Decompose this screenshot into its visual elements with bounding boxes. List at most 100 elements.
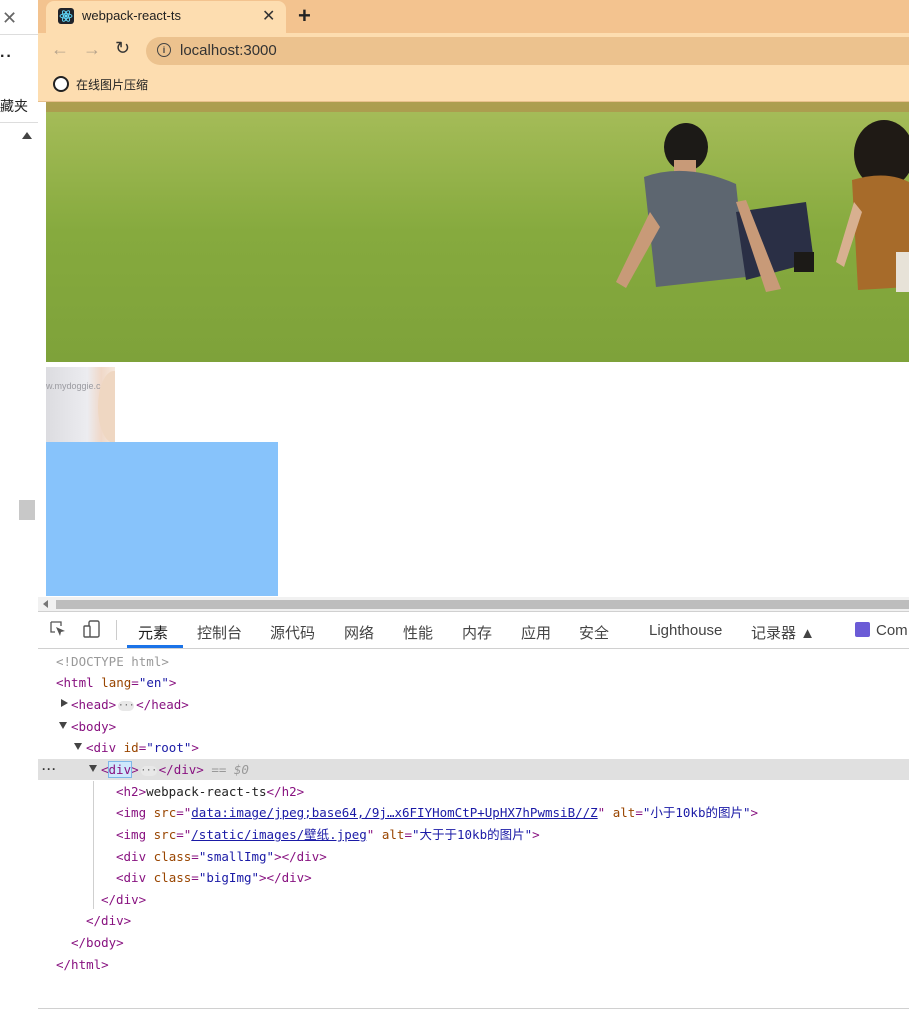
tag: <h2> <box>116 784 147 799</box>
back-button[interactable]: ← <box>51 39 69 60</box>
small-image-watermark: w.mydoggie.c <box>46 381 101 391</box>
collapse-arrow-icon[interactable] <box>89 765 97 772</box>
tab-network[interactable]: 网络 <box>344 622 374 643</box>
tag: <img <box>116 827 147 842</box>
tag: <img <box>116 805 147 820</box>
dom-h2[interactable]: <h2>webpack-react-ts</h2> <box>116 784 304 800</box>
close-icon[interactable]: ✕ <box>2 8 17 29</box>
dom-body-close[interactable]: </body> <box>71 935 124 951</box>
bookmark-item[interactable]: 在线图片压缩 <box>76 76 148 93</box>
row-menu-icon[interactable]: ··· <box>42 762 57 776</box>
site-info-icon[interactable]: i <box>157 43 171 57</box>
tag: > <box>131 762 139 777</box>
device-toolbar-icon[interactable] <box>83 620 101 638</box>
attr: src <box>153 805 177 820</box>
tab-recorder[interactable]: 记录器 ▲ <box>751 622 815 643</box>
tab-security[interactable]: 安全 <box>579 622 609 643</box>
tab-console[interactable]: 控制台 <box>197 622 242 643</box>
tag-name-highlight: div <box>107 761 133 778</box>
dom-head[interactable]: <head> ··· </head> <box>71 697 189 713</box>
selected-marker: == $0 <box>211 762 249 777</box>
tab-memory[interactable]: 内存 <box>462 622 492 643</box>
eq: = <box>404 827 412 842</box>
tag: < <box>101 762 109 777</box>
collapse-arrow-icon[interactable] <box>74 743 82 750</box>
eq: = <box>191 870 199 885</box>
dom-body-open[interactable]: <body> <box>71 719 116 735</box>
small-image <box>46 367 115 442</box>
react-favicon-icon <box>58 8 74 24</box>
attr: src <box>153 827 177 842</box>
bookmarks-bar <box>38 69 909 102</box>
tab-close-icon[interactable]: ✕ <box>262 6 275 26</box>
quote: " <box>366 827 375 842</box>
forward-button[interactable]: → <box>83 39 101 60</box>
new-tab-button[interactable]: + <box>298 3 311 29</box>
left-window-strip: ✕ ·· 藏夹 <box>0 0 39 1011</box>
ellipsis-icon[interactable]: ··· <box>118 700 134 711</box>
tag: ></div> <box>259 870 312 885</box>
tag: </h2> <box>266 784 305 799</box>
scrollbar-thumb[interactable] <box>56 600 909 609</box>
gt: > <box>191 740 199 755</box>
dom-div-close[interactable]: </div> <box>101 892 146 908</box>
tab-components[interactable]: Com <box>855 622 908 639</box>
val: "smallImg" <box>198 849 275 864</box>
tag: <div <box>86 740 117 755</box>
dom-img-small[interactable]: <img src="data:image/jpeg;base64,/9j…x6F… <box>116 805 758 821</box>
src-link[interactable]: /static/images/壁纸.jpeg <box>191 827 367 842</box>
attr: class <box>153 870 192 885</box>
scroll-up-icon[interactable] <box>22 132 32 139</box>
tab-lighthouse[interactable]: Lighthouse <box>649 622 722 639</box>
expand-arrow-icon[interactable] <box>61 699 68 707</box>
src-link[interactable]: data:image/jpeg;base64,/9j…x6FIYHomCtP+U… <box>191 805 597 820</box>
attr: alt <box>612 805 636 820</box>
scrollbar-thumb[interactable] <box>19 500 35 520</box>
dom-img-big[interactable]: <img src="/static/images/壁纸.jpeg" alt="大… <box>116 827 540 843</box>
big-image <box>46 442 278 596</box>
val: "小于10kb的图片" <box>642 805 751 820</box>
dom-root-close[interactable]: </div> <box>86 913 131 929</box>
dom-html-open[interactable]: <html lang="en"> <box>56 675 176 691</box>
reload-button[interactable]: ↻ <box>115 38 130 59</box>
react-icon <box>855 622 870 637</box>
more-icon[interactable]: ·· <box>0 48 13 66</box>
tag: <div <box>116 870 147 885</box>
gt: > <box>168 675 177 690</box>
val: "bigImg" <box>198 870 260 885</box>
tab-elements[interactable]: 元素 <box>138 622 168 643</box>
tag: <head> <box>71 697 117 712</box>
favorites-label: 藏夹 <box>0 98 28 114</box>
attr: id <box>123 740 139 755</box>
divider <box>116 620 117 640</box>
tab-performance[interactable]: 性能 <box>403 622 433 643</box>
divider <box>38 1008 909 1009</box>
dom-html-close[interactable]: </html> <box>56 957 109 973</box>
eq: = <box>635 805 643 820</box>
tag: </head> <box>136 697 189 712</box>
divider <box>0 34 38 35</box>
tab-title: webpack-react-ts <box>82 8 181 23</box>
indent-guide <box>93 781 94 909</box>
gt: > <box>750 805 759 820</box>
dom-div-big[interactable]: <div class="bigImg"></div> <box>116 870 312 886</box>
tag: <body> <box>71 719 117 734</box>
active-tab-indicator <box>127 645 183 648</box>
inspect-element-icon[interactable] <box>50 621 66 637</box>
ellipsis-icon[interactable]: ··· <box>140 765 157 776</box>
bookmark-favicon-icon <box>53 76 69 92</box>
collapse-arrow-icon[interactable] <box>59 722 67 729</box>
tab-application[interactable]: 应用 <box>521 622 551 643</box>
text-node: webpack-react-ts <box>146 784 267 799</box>
scroll-left-icon[interactable] <box>43 600 48 608</box>
dom-div-small[interactable]: <div class="smallImg"></div> <box>116 849 327 865</box>
tab-sources[interactable]: 源代码 <box>270 622 315 643</box>
dom-div-selected[interactable]: <div> ··· </div> == $0 <box>101 761 249 778</box>
dom-doctype[interactable]: <!DOCTYPE html> <box>56 654 169 670</box>
url-text[interactable]: localhost:3000 <box>180 42 277 59</box>
divider <box>0 122 38 123</box>
tag: <div <box>116 849 147 864</box>
tag: <html <box>56 675 94 690</box>
val: "root" <box>146 740 192 755</box>
dom-root-open[interactable]: <div id="root"> <box>86 740 199 756</box>
